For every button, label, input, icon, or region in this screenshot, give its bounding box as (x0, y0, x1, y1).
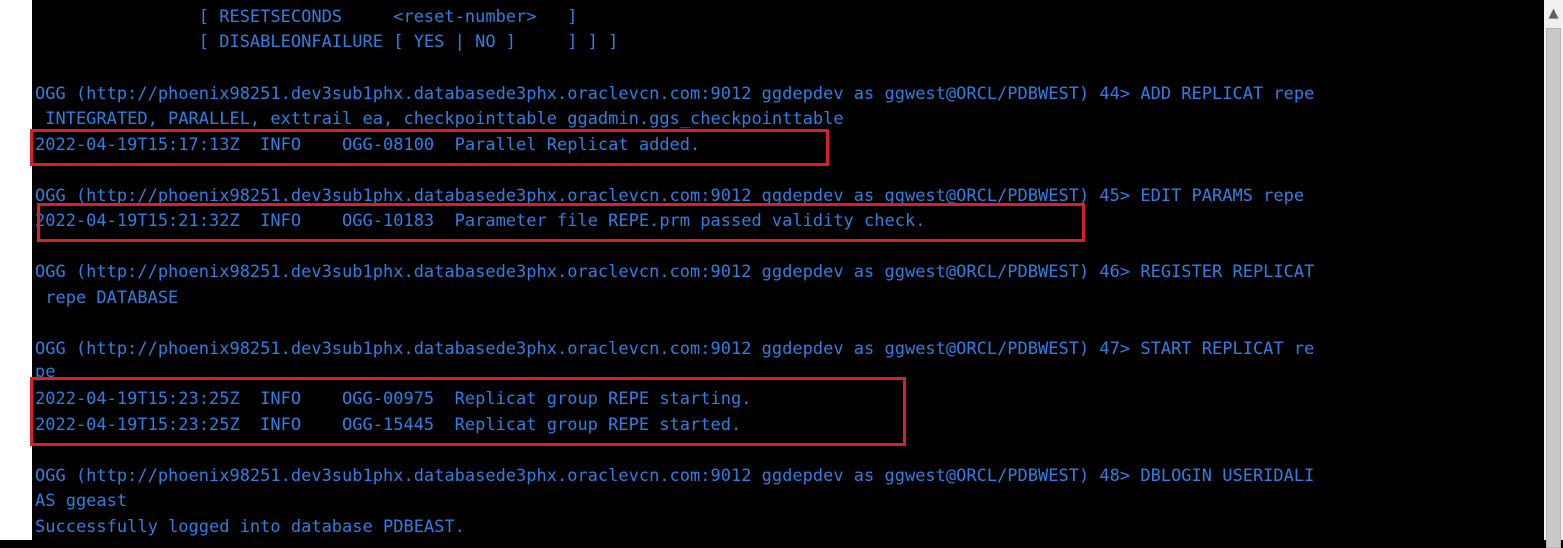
terminal-line: OGG (http://phoenix98251.dev3sub1phx.dat… (35, 84, 1315, 104)
terminal-line: OGG (http://phoenix98251.dev3sub1phx.dat… (35, 262, 1315, 282)
vertical-scrollbar[interactable]: ▲ (1544, 0, 1563, 548)
terminal-line: [ DISABLEONFAILURE [ YES | NO ] ] ] ] (35, 32, 619, 52)
terminal-window: [ RESETSECONDS <reset-number> ] [ DISABL… (0, 0, 1563, 548)
scroll-up-arrow-icon[interactable]: ▲ (1544, 4, 1563, 24)
terminal-line: AS ggeast (35, 491, 128, 511)
highlight-box-replicat-started (30, 377, 906, 446)
terminal-output[interactable]: [ RESETSECONDS <reset-number> ] [ DISABL… (32, 0, 1544, 540)
terminal-line: [ RESETSECONDS <reset-number> ] (35, 7, 578, 27)
terminal-line: OGG (http://phoenix98251.dev3sub1phx.dat… (35, 466, 1315, 486)
highlight-box-replicat-added (30, 129, 829, 166)
highlight-box-param-validity (37, 203, 1085, 242)
terminal-line: Successfully logged into database PDBEAS… (35, 517, 465, 537)
scrollbar-thumb[interactable] (1546, 28, 1561, 548)
terminal-line: OGG (http://phoenix98251.dev3sub1phx.dat… (35, 339, 1315, 359)
terminal-line: repe DATABASE (35, 288, 179, 308)
